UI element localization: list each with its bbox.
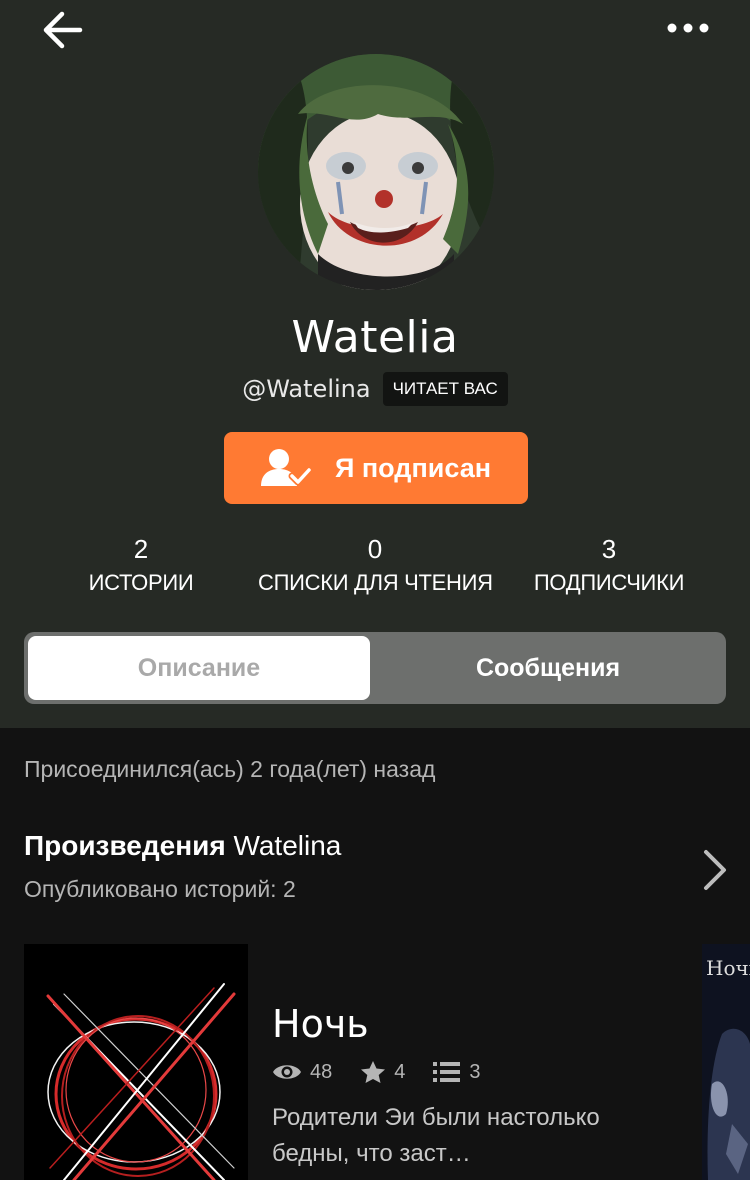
stat-label: ИСТОРИИ — [88, 570, 194, 595]
list-icon — [433, 1062, 461, 1082]
story-cover-next-title: Ночь — [706, 956, 750, 980]
story-cover[interactable] — [24, 944, 248, 1180]
chevron-right-icon — [704, 850, 726, 890]
stat-value: 0 — [367, 534, 383, 564]
username-handle: @Watelina — [242, 375, 371, 403]
user-check-icon — [260, 449, 311, 486]
joined-date: Присоединился(ась) 2 года(лет) назад — [24, 756, 436, 782]
story-title[interactable]: Ночь — [272, 1002, 369, 1046]
story-parts: 3 — [433, 1060, 481, 1084]
profile-stats: 2 ИСТОРИИ 0 СПИСКИ ДЛЯ ЧТЕНИЯ 3 ПОДПИСЧИ… — [0, 532, 750, 604]
avatar-image — [258, 54, 494, 290]
story-votes: 4 — [360, 1060, 405, 1084]
story-views-count: 48 — [310, 1060, 333, 1083]
story-cover-next[interactable]: Ночь — [702, 944, 750, 1180]
works-count: Опубликовано историй: 2 — [24, 876, 296, 902]
stat-stories[interactable]: 2 ИСТОРИИ — [21, 532, 261, 600]
works-heading-label: Произведения — [24, 830, 226, 861]
stat-reading-lists[interactable]: 0 СПИСКИ ДЛЯ ЧТЕНИЯ — [258, 532, 492, 600]
tab-messages[interactable]: Сообщения — [374, 636, 722, 700]
arrow-left-icon — [43, 11, 83, 49]
works-heading[interactable]: Произведения Watelina — [24, 830, 341, 862]
story-description: Родители Эи были настолько бедны, что за… — [272, 1104, 600, 1167]
stat-value: 2 — [133, 534, 149, 564]
story-stats: 48 4 3 — [272, 1060, 509, 1084]
follow-button-label: Я подписан — [334, 452, 492, 483]
handle-row: @Watelina ЧИТАЕТ ВАС — [0, 372, 750, 406]
follows-you-badge: ЧИТАЕТ ВАС — [382, 372, 508, 406]
eye-icon — [273, 1065, 301, 1079]
story-views: 48 — [272, 1061, 332, 1084]
more-dots-icon — [667, 23, 709, 33]
story-votes-count: 4 — [394, 1060, 406, 1083]
follow-button[interactable]: Я подписан — [224, 432, 528, 504]
stat-followers[interactable]: 3 ПОДПИСЧИКИ — [489, 532, 729, 600]
profile-tabs: Описание Сообщения — [24, 632, 726, 704]
stat-label: СПИСКИ ДЛЯ ЧТЕНИЯ — [258, 570, 492, 595]
story-parts-count: 3 — [469, 1060, 481, 1083]
display-name: Watelia — [291, 312, 459, 363]
works-chevron-button[interactable] — [700, 848, 730, 892]
works-heading-user: Watelina — [233, 830, 342, 861]
profile-header: Watelia @Watelina ЧИТАЕТ ВАС Я подписан … — [0, 0, 750, 728]
tab-about[interactable]: Описание — [28, 636, 370, 700]
story-cover-image — [24, 944, 248, 1180]
avatar[interactable] — [258, 54, 494, 290]
stat-label: ПОДПИСЧИКИ — [533, 570, 685, 595]
more-options-button[interactable] — [666, 14, 710, 42]
star-icon — [361, 1061, 386, 1083]
back-button[interactable] — [40, 6, 88, 54]
stat-value: 3 — [601, 534, 617, 564]
